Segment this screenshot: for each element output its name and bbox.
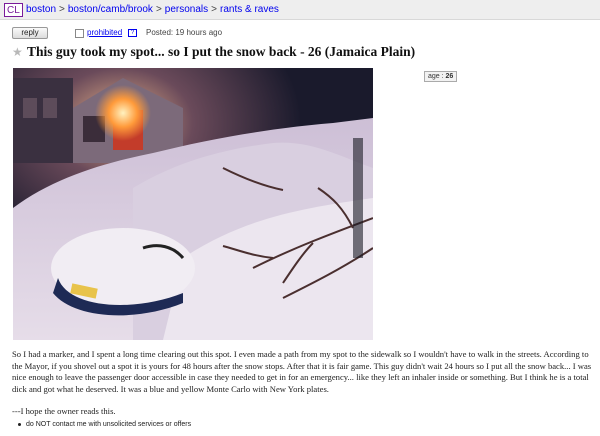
prohibited-link[interactable]: prohibited — [87, 28, 122, 37]
star-icon[interactable]: ★ — [12, 46, 24, 58]
bullet-icon — [18, 422, 21, 426]
contact-notice: do NOT contact me with unsolicited servi… — [18, 421, 191, 428]
age-badge: age : 26 — [424, 71, 458, 82]
post-title: This guy took my spot... so I put the sn… — [27, 44, 416, 59]
prohibited-checkbox[interactable] — [75, 29, 84, 38]
breadcrumb-boston[interactable]: boston — [26, 4, 56, 15]
top-bar: CL boston > boston/camb/brook > personals > ra… — [0, 0, 600, 20]
age-label: age : — [428, 73, 444, 80]
snow-night-photo — [13, 68, 373, 340]
breadcrumb: boston > boston/camb/brook > personals > rants… — [26, 4, 279, 15]
post-body: So I had a marker, and I spent a long ti… — [12, 349, 592, 394]
craigslist-logo[interactable]: CL — [4, 3, 23, 17]
breadcrumb-boston-camb-brook[interactable]: boston/camb/brook — [68, 4, 153, 15]
help-icon[interactable]: ? — [128, 29, 137, 37]
notice-text: do NOT contact me with unsolicited servi… — [26, 421, 192, 428]
breadcrumb-personals[interactable]: personals — [165, 4, 208, 15]
reply-button[interactable]: reply — [12, 27, 48, 39]
age-value: 26 — [445, 73, 454, 80]
posted-time: Posted: 19 hours ago — [146, 28, 223, 37]
post-signoff: ---I hope the owner reads this. — [12, 406, 116, 416]
breadcrumb-rants-raves[interactable]: rants & raves — [220, 4, 279, 15]
post-photo[interactable] — [13, 68, 373, 340]
